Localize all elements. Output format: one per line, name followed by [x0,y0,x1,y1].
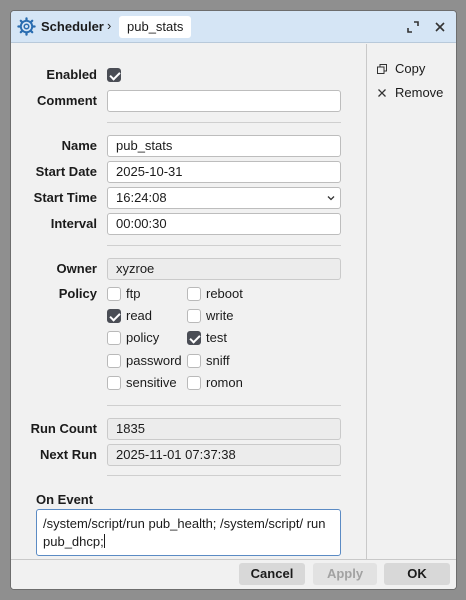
next-run-field: 2025-11-01 07:37:38 [107,444,341,466]
copy-icon [377,64,387,74]
start-date-label: Start Date [35,164,97,179]
dialog-footer: Cancel Apply OK [11,559,456,589]
scheduler-form: Enabled Comment Name pub_stats Start Dat… [11,44,366,559]
policy-write[interactable]: write [187,307,233,327]
divider [107,122,341,123]
on-event-label: On Event [36,492,94,507]
checkbox[interactable] [107,286,121,301]
breadcrumb-separator: › [107,18,112,33]
divider [107,405,341,406]
cancel-button[interactable]: Cancel [239,563,305,585]
start-date-field[interactable]: 2025-10-31 [107,161,341,183]
checkbox[interactable] [187,330,201,345]
checkbox[interactable] [187,353,201,368]
apply-button[interactable]: Apply [313,563,377,585]
policy-sensitive[interactable]: sensitive [107,374,177,394]
side-panel: Copy Remove [366,44,456,559]
owner-label: Owner [56,261,97,276]
name-field[interactable]: pub_stats [107,135,341,157]
policy-read[interactable]: read [107,307,152,327]
checkbox[interactable] [107,375,121,390]
start-time-select[interactable]: 16:24:08 [107,187,341,209]
remove-icon [378,89,386,97]
on-event-text: /system/script/run pub_health; /system/s… [43,516,326,549]
run-count-label: Run Count [30,421,97,436]
policy-label: Policy [58,286,97,301]
chevron-down-icon [327,196,335,201]
window-title: Scheduler [41,19,104,34]
checkbox[interactable] [187,286,201,301]
owner-field: xyzroe [107,258,341,280]
start-time-label: Start Time [33,190,97,205]
next-run-label: Next Run [39,447,97,462]
policy-policy[interactable]: policy [107,329,159,349]
comment-field[interactable] [107,90,341,112]
text-caret [103,534,105,548]
policy-ftp[interactable]: ftp [107,285,140,305]
policy-reboot[interactable]: reboot [187,285,243,305]
run-count-field: 1835 [107,418,341,440]
start-time-value: 16:24:08 [116,190,167,205]
comment-label: Comment [37,93,97,108]
enabled-checkbox-row[interactable] [107,66,126,86]
ok-button[interactable]: OK [384,563,450,585]
copy-button[interactable]: Copy [377,59,425,79]
breadcrumb-item: pub_stats [119,16,192,38]
checkbox[interactable] [187,375,201,390]
enabled-checkbox[interactable] [107,67,121,82]
divider [107,245,341,246]
enabled-label: Enabled [46,67,97,82]
checkbox[interactable] [107,330,121,345]
close-icon[interactable] [430,17,450,37]
interval-label: Interval [50,216,97,231]
checkbox[interactable] [107,308,121,323]
policy-romon[interactable]: romon [187,374,243,394]
scheduler-window: Scheduler › pub_stats Enabled Comment Na… [10,10,457,590]
divider [107,475,341,476]
title-bar: Scheduler › pub_stats [11,11,456,43]
on-event-textarea[interactable]: /system/script/run pub_health; /system/s… [36,509,341,556]
checkbox[interactable] [187,308,201,323]
expand-icon[interactable] [403,17,423,37]
name-label: Name [61,138,97,153]
gear-icon [17,17,36,36]
checkbox[interactable] [107,353,121,368]
policy-password[interactable]: password [107,352,182,372]
policy-test[interactable]: test [187,329,227,349]
interval-field[interactable]: 00:00:30 [107,213,341,235]
remove-button[interactable]: Remove [377,83,443,103]
policy-sniff[interactable]: sniff [187,352,230,372]
